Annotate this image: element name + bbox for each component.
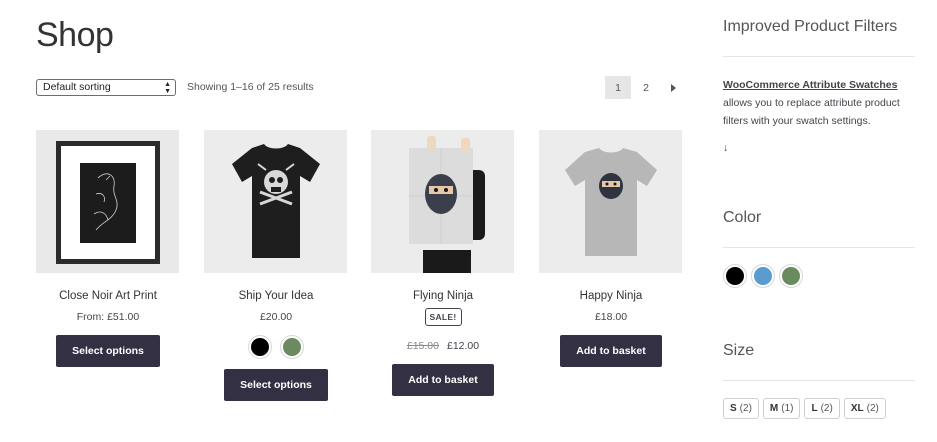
divider: [723, 56, 915, 57]
sorting-select-value: Default sorting: [43, 81, 111, 93]
pagination: 1 2: [605, 76, 685, 99]
product-card: Ship Your Idea £20.00 Select options: [204, 130, 348, 401]
color-filter-blue[interactable]: [751, 264, 775, 288]
page-title: Shop: [36, 16, 114, 54]
select-arrows-icon: ▲ ▼: [164, 81, 171, 95]
product-name[interactable]: Happy Ninja: [539, 290, 683, 302]
product-price: From: £51.00: [76, 311, 140, 323]
next-arrow-icon: [670, 83, 676, 92]
add-to-basket-button[interactable]: Add to basket: [392, 364, 494, 396]
attribute-swatches-link[interactable]: WooCommerce Attribute Swatches: [723, 79, 897, 91]
size-count: (1): [781, 403, 794, 414]
next-page-button[interactable]: [661, 76, 685, 99]
swatch-dot: [754, 267, 772, 285]
filters-description: allows you to replace attribute product …: [723, 97, 900, 127]
divider: [723, 380, 915, 381]
product-image-tshirt-grey[interactable]: [539, 130, 682, 273]
black-tshirt-illustration: [204, 130, 347, 273]
size-count: (2): [866, 403, 879, 414]
page-1-button[interactable]: 1: [605, 76, 631, 99]
swatch-dot: [251, 338, 269, 356]
select-options-button[interactable]: Select options: [56, 335, 160, 367]
size-label: XL: [850, 403, 864, 414]
product-name[interactable]: Close Noir Art Print: [36, 290, 180, 302]
product-card: Flying Ninja SALE! £15.00 £12.00 Add to b…: [371, 130, 515, 396]
size-filter-l[interactable]: L (2): [804, 398, 840, 419]
swatch-green[interactable]: [280, 335, 304, 359]
product-card: Close Noir Art Print From: £51.00 Select…: [36, 130, 180, 367]
product-name[interactable]: Ship Your Idea: [204, 290, 348, 302]
result-count: Showing 1–16 of 25 results: [187, 81, 314, 93]
size-count: (2): [820, 403, 833, 414]
select-options-button[interactable]: Select options: [224, 369, 328, 401]
color-swatches: [723, 264, 803, 288]
sale-price: £12.00: [447, 340, 480, 352]
size-label: M: [769, 403, 779, 414]
size-label: S: [730, 403, 737, 414]
framed-print-illustration: [36, 130, 179, 273]
product-image-tshirt-black[interactable]: [204, 130, 347, 273]
old-price: £15.00: [406, 340, 439, 352]
product-price: £18.00: [594, 311, 628, 323]
down-arrow-icon: ↓: [723, 142, 729, 154]
page-2-button[interactable]: 2: [633, 76, 659, 99]
product-image-poster[interactable]: [371, 130, 514, 273]
size-widget-title: Size: [723, 342, 755, 359]
sorting-select[interactable]: Default sorting ▲ ▼: [36, 79, 176, 96]
product-swatches: [204, 335, 348, 359]
product-price: £20.00: [259, 311, 293, 323]
product-card: Happy Ninja £18.00 Add to basket: [539, 130, 683, 367]
color-widget-title: Color: [723, 209, 762, 226]
size-filter-m[interactable]: M (1): [762, 398, 801, 419]
size-filter-s[interactable]: S (2): [723, 398, 759, 419]
add-to-basket-button[interactable]: Add to basket: [560, 335, 662, 367]
grey-tshirt-illustration: [539, 130, 682, 273]
color-filter-green[interactable]: [779, 264, 803, 288]
swatch-dot: [726, 267, 744, 285]
poster-held-illustration: [371, 130, 514, 273]
divider: [723, 247, 915, 248]
size-filter-xl[interactable]: XL (2): [843, 398, 886, 419]
product-price-block: £15.00 £12.00: [371, 340, 515, 352]
swatch-black[interactable]: [248, 335, 272, 359]
product-image-art-print[interactable]: [36, 130, 179, 273]
size-filters: S (2) M (1) L (2) XL (2): [723, 398, 890, 419]
color-filter-black[interactable]: [723, 264, 747, 288]
size-label: L: [811, 403, 818, 414]
swatch-dot: [283, 338, 301, 356]
sale-badge: SALE!: [424, 308, 462, 326]
product-name[interactable]: Flying Ninja: [371, 290, 515, 302]
filters-widget-title: Improved Product Filters: [723, 18, 898, 35]
size-count: (2): [739, 403, 752, 414]
swatch-dot: [782, 267, 800, 285]
